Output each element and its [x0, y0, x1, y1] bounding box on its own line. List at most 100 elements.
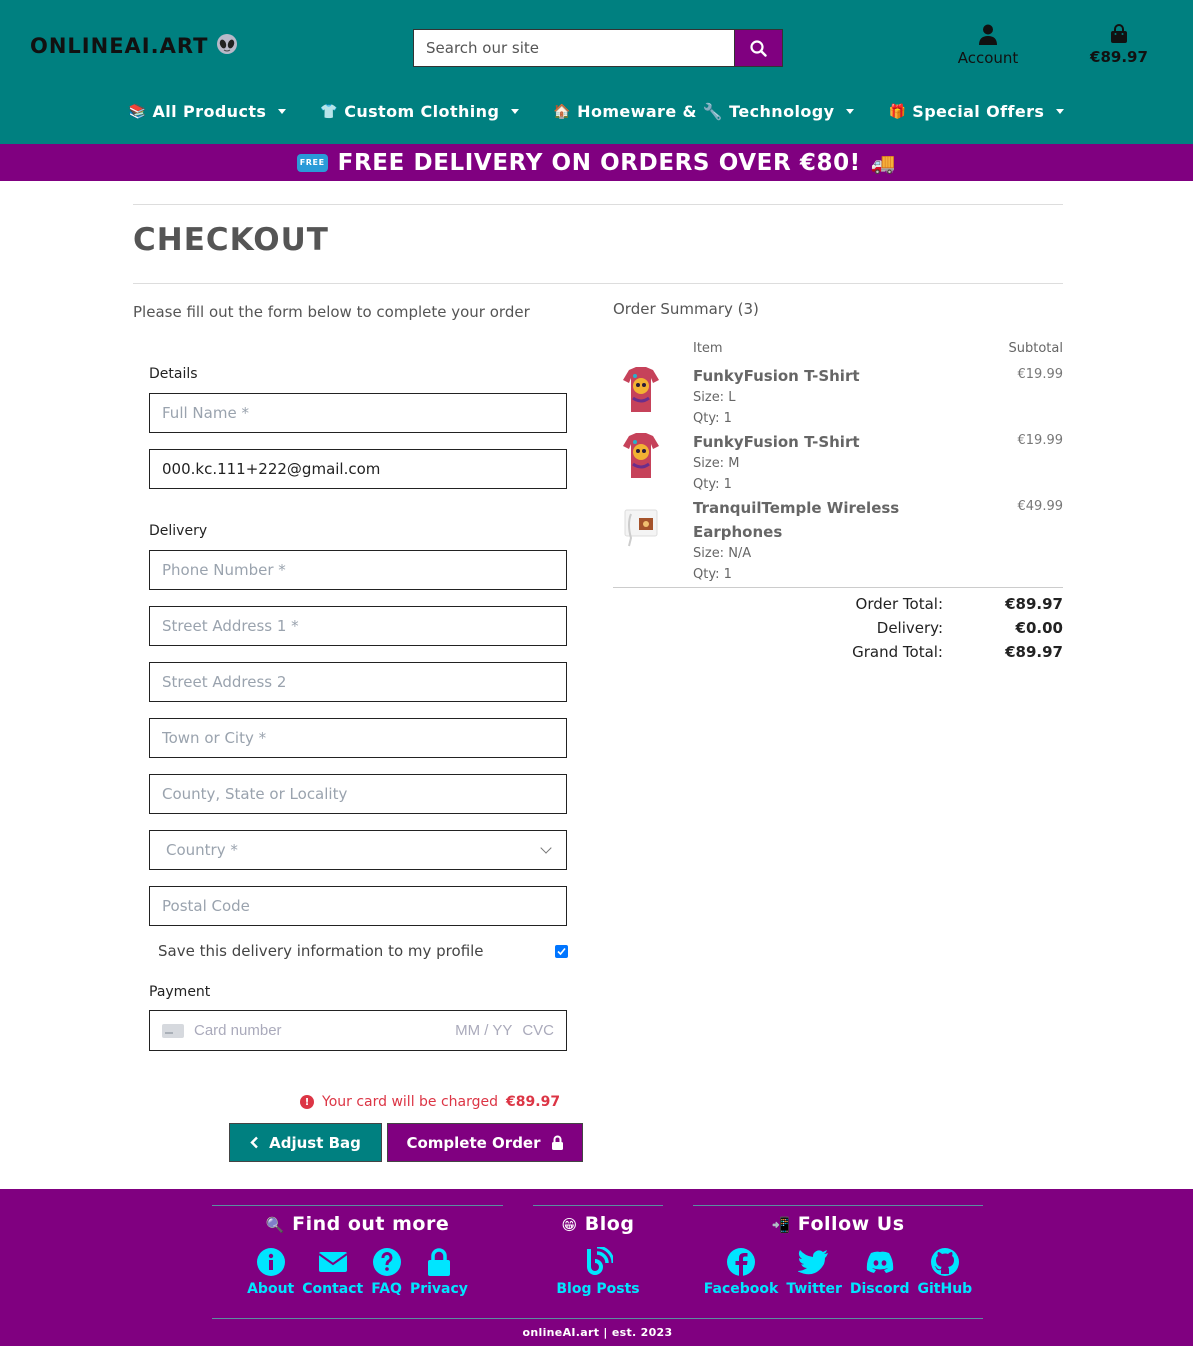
footer-link-label[interactable]: Blog Posts: [556, 1281, 639, 1297]
footer-links: Facebook Twitter Discord GitHub: [693, 1247, 983, 1297]
grinning-face-icon: 😁: [561, 1216, 578, 1234]
footer-link-discord[interactable]: Discord: [846, 1247, 914, 1297]
footer-link-facebook[interactable]: Facebook: [700, 1247, 783, 1297]
full-name-input[interactable]: [149, 393, 567, 433]
nav-homeware-technology[interactable]: 🏠 Homeware & 🔧 Technology: [553, 102, 855, 121]
account-label[interactable]: Account: [958, 49, 1019, 67]
house-icon: 🏠: [553, 103, 572, 120]
grand-total-value: €89.97: [1005, 643, 1063, 661]
footer-col-title: 😁 Blog: [533, 1213, 663, 1235]
books-icon: 📚: [128, 103, 147, 120]
main-nav: 📚 All Products 👕 Custom Clothing 🏠 Homew…: [0, 102, 1193, 121]
card-cvc-placeholder[interactable]: CVC: [522, 1022, 554, 1039]
order-totals: Order Total: €89.97 Delivery: €0.00 Gran…: [613, 587, 1063, 664]
site-logo[interactable]: ONLINEAI.ART: [30, 34, 238, 58]
footer-link-label[interactable]: Contact: [302, 1281, 363, 1297]
caret-down-icon: [846, 109, 855, 114]
street-address-2-input[interactable]: [149, 662, 567, 702]
footer-link-twitter[interactable]: Twitter: [782, 1247, 846, 1297]
lock-icon: [427, 1248, 450, 1276]
email-input[interactable]: [149, 449, 567, 489]
logo-text[interactable]: ONLINEAI.ART: [30, 34, 208, 58]
card-expiry-placeholder[interactable]: MM / YY: [455, 1022, 512, 1039]
nav-label[interactable]: Special Offers: [912, 102, 1044, 121]
footer-link-contact[interactable]: Contact: [298, 1247, 367, 1297]
col-subtotal-header: Subtotal: [1008, 341, 1063, 356]
phone-input[interactable]: [149, 550, 567, 590]
mobile-phone-icon: 📲: [771, 1216, 791, 1234]
search-bar: [413, 29, 783, 67]
item-qty: Qty: 1: [693, 411, 732, 426]
county-input[interactable]: [149, 774, 567, 814]
free-badge-icon: FREE: [296, 153, 328, 172]
footer-link-github[interactable]: GitHub: [914, 1247, 977, 1297]
footer-link-label[interactable]: Facebook: [704, 1281, 779, 1297]
order-total-label: Order Total:: [855, 595, 943, 613]
nav-label[interactable]: All Products: [153, 102, 267, 121]
item-qty: Qty: 1: [693, 477, 732, 492]
item-size: Size: M: [693, 456, 740, 471]
grand-total-label: Grand Total:: [852, 643, 943, 661]
adjust-bag-button[interactable]: Adjust Bag: [229, 1123, 382, 1162]
search-button[interactable]: [734, 29, 783, 67]
nav-label[interactable]: Custom Clothing: [344, 102, 499, 121]
product-thumbnail[interactable]: [621, 364, 661, 414]
item-name: FunkyFusion T-Shirt: [693, 433, 860, 451]
complete-order-label[interactable]: Complete Order: [406, 1134, 540, 1152]
footer-link-label[interactable]: Twitter: [786, 1281, 842, 1297]
card-number-placeholder[interactable]: Card number: [194, 1022, 455, 1039]
col-item-header: Item: [693, 341, 723, 356]
country-select[interactable]: Country *: [149, 830, 567, 870]
save-info-label[interactable]: Save this delivery information to my pro…: [158, 942, 484, 960]
footer-link-label[interactable]: GitHub: [918, 1281, 973, 1297]
payment-legend: Payment: [149, 984, 211, 1000]
item-subtotal: €19.99: [1017, 433, 1064, 448]
town-city-input[interactable]: [149, 718, 567, 758]
summary-item: FunkyFusion T-Shirt Size: M Qty: 1 €19.9…: [613, 430, 1063, 496]
github-icon: [930, 1248, 959, 1276]
product-thumbnail[interactable]: [621, 430, 661, 480]
footer-col-title: 📲 Follow Us: [693, 1213, 983, 1235]
nav-all-products[interactable]: 📚 All Products: [129, 102, 287, 121]
save-info-checkbox[interactable]: [555, 944, 568, 958]
complete-order-button[interactable]: Complete Order: [387, 1123, 583, 1162]
product-thumbnail[interactable]: [621, 502, 661, 552]
footer-link-label[interactable]: Privacy: [410, 1281, 468, 1297]
street-address-1-input[interactable]: [149, 606, 567, 646]
item-subtotal: €19.99: [1017, 367, 1064, 382]
nav-label[interactable]: Homeware & 🔧 Technology: [577, 102, 834, 121]
footer-link-about[interactable]: About: [243, 1247, 298, 1297]
footer-col-title: 🔍 Find out more: [212, 1213, 503, 1235]
user-icon: [979, 24, 997, 45]
postal-code-input[interactable]: [149, 886, 567, 926]
nav-special-offers[interactable]: 🎁 Special Offers: [888, 102, 1065, 121]
footer-link-label[interactable]: About: [247, 1281, 294, 1297]
order-summary-title: Order Summary (3): [613, 300, 759, 318]
footer-link-privacy[interactable]: Privacy: [406, 1247, 472, 1297]
chevron-down-icon: [540, 842, 552, 854]
card-element[interactable]: Card number MM / YY CVC: [149, 1010, 567, 1051]
footer-link-label[interactable]: FAQ: [371, 1281, 402, 1297]
bag-total[interactable]: €89.97: [1090, 48, 1148, 66]
shopping-bag-link[interactable]: €89.97: [1082, 24, 1156, 66]
grand-total-row: Grand Total: €89.97: [613, 640, 1063, 664]
caret-down-icon: [511, 109, 520, 114]
footer-follow-us: 📲 Follow Us Facebook Twitter Discord Git…: [693, 1205, 983, 1297]
search-input[interactable]: [413, 29, 734, 67]
country-select-value[interactable]: Country *: [166, 841, 238, 859]
footer-link-label[interactable]: Discord: [850, 1281, 910, 1297]
order-total-row: Order Total: €89.97: [613, 592, 1063, 616]
charge-text: Your card will be charged: [322, 1094, 499, 1110]
promo-text: FREE DELIVERY ON ORDERS OVER €80!: [337, 149, 861, 176]
nav-custom-clothing[interactable]: 👕 Custom Clothing: [320, 102, 520, 121]
footer-link-blog-posts[interactable]: Blog Posts: [552, 1247, 643, 1297]
adjust-bag-label[interactable]: Adjust Bag: [269, 1134, 361, 1152]
promo-banner: FREE FREE DELIVERY ON ORDERS OVER €80! 🚚: [0, 144, 1193, 181]
footer-link-faq[interactable]: FAQ: [367, 1247, 406, 1297]
page-title: CHECKOUT: [133, 222, 329, 258]
site-footer: 🔍 Find out more About Contact FAQ Privac…: [0, 1189, 1193, 1346]
blog-icon: [586, 1247, 613, 1275]
lock-icon: [551, 1135, 563, 1150]
magnifier-icon: 🔍: [265, 1216, 285, 1234]
account-link[interactable]: Account: [948, 24, 1028, 67]
